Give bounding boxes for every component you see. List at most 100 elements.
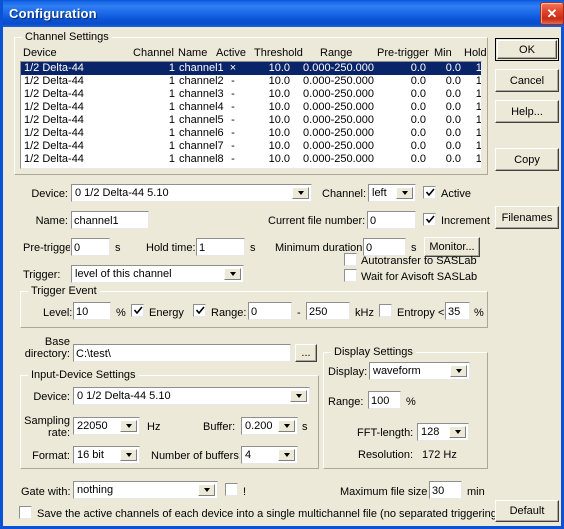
channel-list[interactable]: 1/2 Delta-44 1 channel1 × 10.0 0.000-250.000 0… [19,60,483,170]
cell-name: channel8 [179,153,224,165]
cell-active: - [231,127,235,139]
entropy-input[interactable]: 35 [444,301,471,321]
cell-pretrigger: 0.0 [410,127,426,139]
table-row[interactable]: 1/2 Delta-44 1 channel3- 10.0 0.000-250.000 0… [21,88,481,101]
copy-button-label: Copy [514,153,540,166]
device-combo[interactable]: 0 1/2 Delta-44 5.10 [70,183,313,203]
display-combo[interactable]: waveform [368,361,471,381]
sampling-rate-combo[interactable]: 22050 [72,416,141,436]
channel-combo[interactable]: left [367,183,417,203]
increment-checkbox[interactable] [422,212,437,227]
filenames-button-label: Filenames [501,211,553,224]
base-directory-input[interactable]: C:\test\ [72,343,292,363]
trigger-combo-value: level of this channel [75,268,172,280]
cell-active: - [231,101,235,113]
energy-label: Energy [149,307,184,319]
current-file-number-input[interactable]: 0 [366,210,417,230]
chevron-down-icon[interactable] [449,426,466,438]
table-row[interactable]: 1/2 Delta-44 1 channel2- 10.0 0.000-250.000 0… [21,75,481,88]
range-to-input[interactable]: 250 [305,301,351,321]
chevron-down-icon[interactable] [120,420,137,432]
name-input[interactable]: channel1 [70,210,150,230]
chevron-down-icon[interactable] [120,449,137,461]
range-from-input[interactable]: 0 [247,301,293,321]
save-multichannel-checkbox[interactable] [18,505,33,520]
gate-with-label: Gate with: [21,486,71,498]
cell-active: × [229,62,237,74]
cell-active: - [231,140,235,152]
cell-pretrigger: 0.0 [410,114,426,126]
cell-name: channel1 [179,62,224,74]
table-row[interactable]: 1/2 Delta-44 1 channel4- 10.0 0.000-250.000 0… [21,101,481,114]
table-row[interactable]: 1/2 Delta-44 1 channel7- 10.0 0.000-250.000 0… [21,140,481,153]
help-button[interactable]: Help... [495,100,559,123]
table-row[interactable]: 1/2 Delta-44 1 channel6- 10.0 0.000-250.000 0… [21,127,481,140]
copy-button[interactable]: Copy [495,148,559,171]
maximum-file-size-value: 30 [432,484,445,497]
browse-directory-button[interactable]: ... [295,344,317,362]
chevron-down-icon[interactable] [278,449,295,461]
chevron-down-icon[interactable] [278,420,295,432]
display-range-label: Range: [328,396,364,408]
cell-channel: 1 [168,114,175,126]
wait-saslab-checkbox[interactable] [343,268,358,283]
display-range-input[interactable]: 100 [367,390,402,410]
cell-device: 1/2 Delta-44 [24,114,84,126]
chevron-down-icon[interactable] [292,187,309,199]
pretrigger-unit: s [115,242,121,254]
gate-invert-label: ! [243,486,247,498]
range-dash: - [297,307,301,319]
sampling-rate-value: 22050 [77,420,108,432]
chevron-down-icon[interactable] [224,268,241,280]
sampling-rate-unit: Hz [147,421,161,433]
cell-threshold: 10.0 [268,75,290,87]
cell-min: 0.0 [445,140,461,152]
wait-saslab-label: Wait for Avisoft SASLab [361,271,478,283]
cell-device: 1/2 Delta-44 [24,127,84,139]
holdtime-input[interactable]: 1 [195,237,246,257]
chevron-down-icon[interactable] [396,187,413,199]
cell-channel: 1 [168,88,175,100]
fft-length-combo[interactable]: 128 [416,422,470,442]
close-icon[interactable]: ✕ [540,2,564,25]
gate-invert-checkbox[interactable] [224,482,239,497]
table-row[interactable]: 1/2 Delta-44 1 channel1 × 10.0 0.000-250.000 0… [21,62,481,75]
range-label: Range: [211,307,247,319]
table-row[interactable]: 1/2 Delta-44 1 channel5- 10.0 0.000-250.000 0… [21,114,481,127]
gate-with-combo[interactable]: nothing [72,480,219,500]
pretrigger-input[interactable]: 0 [70,237,111,257]
minduration-input[interactable]: 0 [362,237,407,257]
cancel-button[interactable]: Cancel [495,69,559,92]
ok-button[interactable]: OK [495,38,559,61]
autotransfer-checkbox[interactable] [343,252,358,267]
column-header-device: Device [23,47,57,59]
input-device-combo[interactable]: 0 1/2 Delta-44 5.10 [72,386,311,406]
maximum-file-size-input[interactable]: 30 [428,480,463,500]
cell-range: 0.000-250.000 [303,127,374,139]
cell-threshold: 10.0 [268,153,290,165]
number-of-buffers-combo[interactable]: 4 [240,445,299,465]
chevron-down-icon[interactable] [450,365,467,377]
energy-checkbox[interactable] [130,303,145,318]
number-of-buffers-label: Number of buffers: [151,450,242,462]
entropy-checkbox[interactable] [378,303,393,318]
column-header-min: Min [434,47,452,59]
cell-channel: 1 [168,62,175,74]
monitor-button[interactable]: Monitor... [424,237,480,257]
chevron-down-icon[interactable] [198,484,215,496]
active-checkbox[interactable] [422,185,437,200]
buffer-combo[interactable]: 0.200 [240,416,299,436]
chevron-down-icon[interactable] [290,390,307,402]
level-input[interactable]: 10 [72,301,112,321]
autotransfer-label: Autotransfer to SASLab [361,255,477,267]
filenames-button[interactable]: Filenames [495,206,559,229]
column-header-name: Name [178,47,208,59]
trigger-combo[interactable]: level of this channel [70,264,245,284]
format-combo[interactable]: 16 bit [72,445,141,465]
cell-pretrigger: 0.0 [410,75,426,87]
title-bar: Configuration ✕ [3,0,564,27]
table-row[interactable]: 1/2 Delta-44 1 channel8- 10.0 0.000-250.000 0… [21,153,481,166]
range-checkbox[interactable] [192,303,207,318]
resolution-label: Resolution: [358,449,414,461]
default-button[interactable]: Default [495,500,559,522]
